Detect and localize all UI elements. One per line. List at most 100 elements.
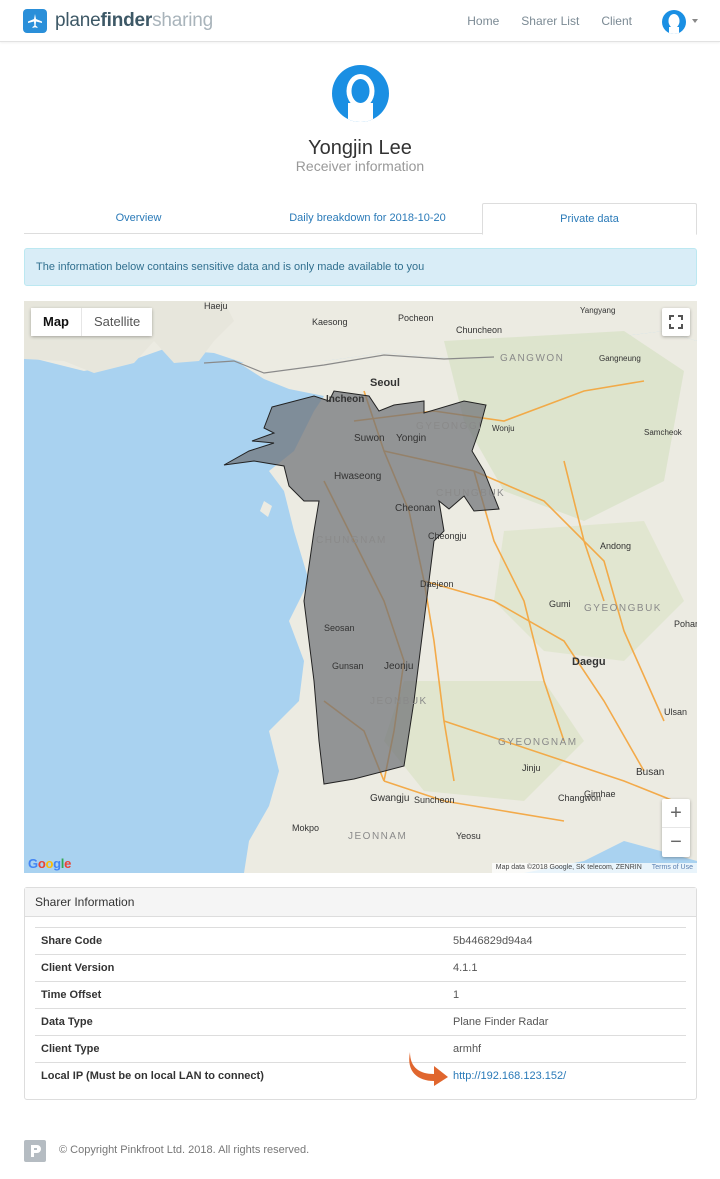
map-type-map-button[interactable]: Map xyxy=(31,308,82,336)
region-label: CHUNGBUK xyxy=(436,488,505,499)
brand-part-plane: plane xyxy=(55,10,101,31)
city-label: Gumi xyxy=(549,599,571,609)
zoom-out-button[interactable]: − xyxy=(662,828,690,857)
city-label: Yongin xyxy=(396,433,426,444)
arrow-annotation-icon xyxy=(409,1052,448,1086)
top-navbar: planefindersharing Home Sharer List Clie… xyxy=(0,0,720,42)
user-icon xyxy=(346,74,375,122)
sensitive-data-alert: The information below contains sensitive… xyxy=(24,248,697,286)
region-label: JEONBUK xyxy=(370,696,428,707)
table-row: Time Offset 1 xyxy=(35,981,686,1008)
tab-overview[interactable]: Overview xyxy=(24,203,253,234)
city-label: Gangneung xyxy=(599,354,641,363)
region-label: GYEONGGI xyxy=(416,421,482,432)
city-label: Hwaseong xyxy=(334,471,381,482)
city-label: Pohang xyxy=(674,619,697,629)
pinkfroot-logo xyxy=(24,1140,46,1162)
sharer-info-table: Share Code 5b446829d94a4 Client Version … xyxy=(35,927,686,1089)
city-label: Yangyang xyxy=(580,306,615,315)
chevron-down-icon[interactable] xyxy=(692,19,698,23)
city-label: Wonju xyxy=(492,424,515,433)
table-row: Client Type armhf xyxy=(35,1035,686,1062)
row-value: 5b446829d94a4 xyxy=(453,935,533,947)
row-key: Client Type xyxy=(41,1043,100,1055)
row-value: armhf xyxy=(453,1043,482,1055)
table-row: Share Code 5b446829d94a4 xyxy=(35,927,686,954)
receiver-avatar xyxy=(332,65,389,122)
coverage-map[interactable]: GANGWON GYEONGGI CHUNGBUK CHUNGNAM GYEON… xyxy=(24,301,697,873)
map-type-control: Map Satellite xyxy=(31,308,153,336)
row-key: Share Code xyxy=(41,935,103,947)
city-label: Samcheok xyxy=(644,428,683,437)
local-ip-link[interactable]: http://192.168.123.152/ xyxy=(453,1063,566,1089)
city-label: Ulsan xyxy=(664,707,687,717)
region-label: GYEONGBUK xyxy=(584,603,662,614)
receiver-subtitle: Receiver information xyxy=(295,158,425,174)
city-label: Haeju xyxy=(204,301,228,311)
map-type-satellite-button[interactable]: Satellite xyxy=(82,308,153,336)
region-label: GANGWON xyxy=(500,353,564,364)
brand-part-finder: finder xyxy=(100,10,153,31)
user-icon xyxy=(668,14,680,34)
city-label: Pocheon xyxy=(398,313,434,323)
brand-logo-link[interactable]: planefindersharing xyxy=(23,9,213,33)
city-label: Chuncheon xyxy=(456,325,502,335)
terms-of-use-link[interactable]: Terms of Use xyxy=(652,864,693,871)
city-label: Jeonju xyxy=(384,661,413,672)
sharer-info-panel: Sharer Information Share Code 5b446829d9… xyxy=(24,887,697,1100)
city-label: Changwon xyxy=(558,793,601,803)
island-2 xyxy=(260,501,272,517)
city-label: Jinju xyxy=(522,763,541,773)
tab-private-data[interactable]: Private data xyxy=(482,203,697,235)
region-label: GYEONGNAM xyxy=(498,737,578,748)
row-key: Local IP (Must be on local LAN to connec… xyxy=(41,1070,264,1082)
tab-daily-breakdown[interactable]: Daily breakdown for 2018-10-20 xyxy=(253,203,482,234)
zoom-control: + − xyxy=(662,799,690,857)
city-label: Gwangju xyxy=(370,793,409,804)
map-data-credit: Map data ©2018 Google, SK telecom, ZENRI… xyxy=(495,864,642,871)
city-label: Cheonan xyxy=(395,503,436,514)
map-attribution: Map data ©2018 Google, SK telecom, ZENRI… xyxy=(491,863,697,873)
main-nav: Home Sharer List Client xyxy=(445,0,632,42)
row-key: Client Version xyxy=(41,962,115,974)
row-value: 4.1.1 xyxy=(453,962,478,974)
brand-name: planefindersharing xyxy=(55,10,213,32)
city-label: Kaesong xyxy=(312,317,348,327)
fullscreen-button[interactable] xyxy=(662,308,690,336)
city-label: Seosan xyxy=(324,623,355,633)
user-avatar-menu[interactable] xyxy=(662,10,686,34)
map-canvas[interactable]: GANGWON GYEONGGI CHUNGBUK CHUNGNAM GYEON… xyxy=(24,301,697,873)
table-row: Local IP (Must be on local LAN to connec… xyxy=(35,1062,686,1089)
city-label: Daejeon xyxy=(420,579,454,589)
city-label: Mokpo xyxy=(292,823,319,833)
row-value: 1 xyxy=(453,989,460,1001)
city-label: Cheongju xyxy=(428,531,467,541)
city-label: Incheon xyxy=(326,394,364,405)
region-label: CHUNGNAM xyxy=(316,535,387,546)
city-label: Busan xyxy=(636,767,664,778)
city-label: Seoul xyxy=(370,377,400,389)
pinkfroot-icon xyxy=(31,1145,41,1157)
zoom-in-button[interactable]: + xyxy=(662,799,690,828)
plane-icon xyxy=(23,9,47,33)
city-label: Suwon xyxy=(354,433,385,444)
city-label: Andong xyxy=(600,541,631,551)
receiver-name: Yongjin Lee xyxy=(308,137,412,159)
region-label: JEONNAM xyxy=(348,831,407,842)
row-value: Plane Finder Radar xyxy=(453,1016,549,1028)
city-label: Gunsan xyxy=(332,661,364,671)
city-label: Yeosu xyxy=(456,831,481,841)
google-logo[interactable]: Google xyxy=(28,856,71,871)
nav-sharer-list[interactable]: Sharer List xyxy=(521,14,579,28)
brand-part-sharing: sharing xyxy=(152,10,214,31)
fullscreen-icon xyxy=(669,315,683,329)
row-key: Time Offset xyxy=(41,989,102,1001)
nav-client[interactable]: Client xyxy=(601,14,632,28)
city-label: Suncheon xyxy=(414,795,455,805)
row-key: Data Type xyxy=(41,1016,93,1028)
nav-home[interactable]: Home xyxy=(467,14,499,28)
table-row: Data Type Plane Finder Radar xyxy=(35,1008,686,1035)
city-label: Daegu xyxy=(572,656,606,668)
panel-title: Sharer Information xyxy=(25,888,696,917)
table-row: Client Version 4.1.1 xyxy=(35,954,686,981)
